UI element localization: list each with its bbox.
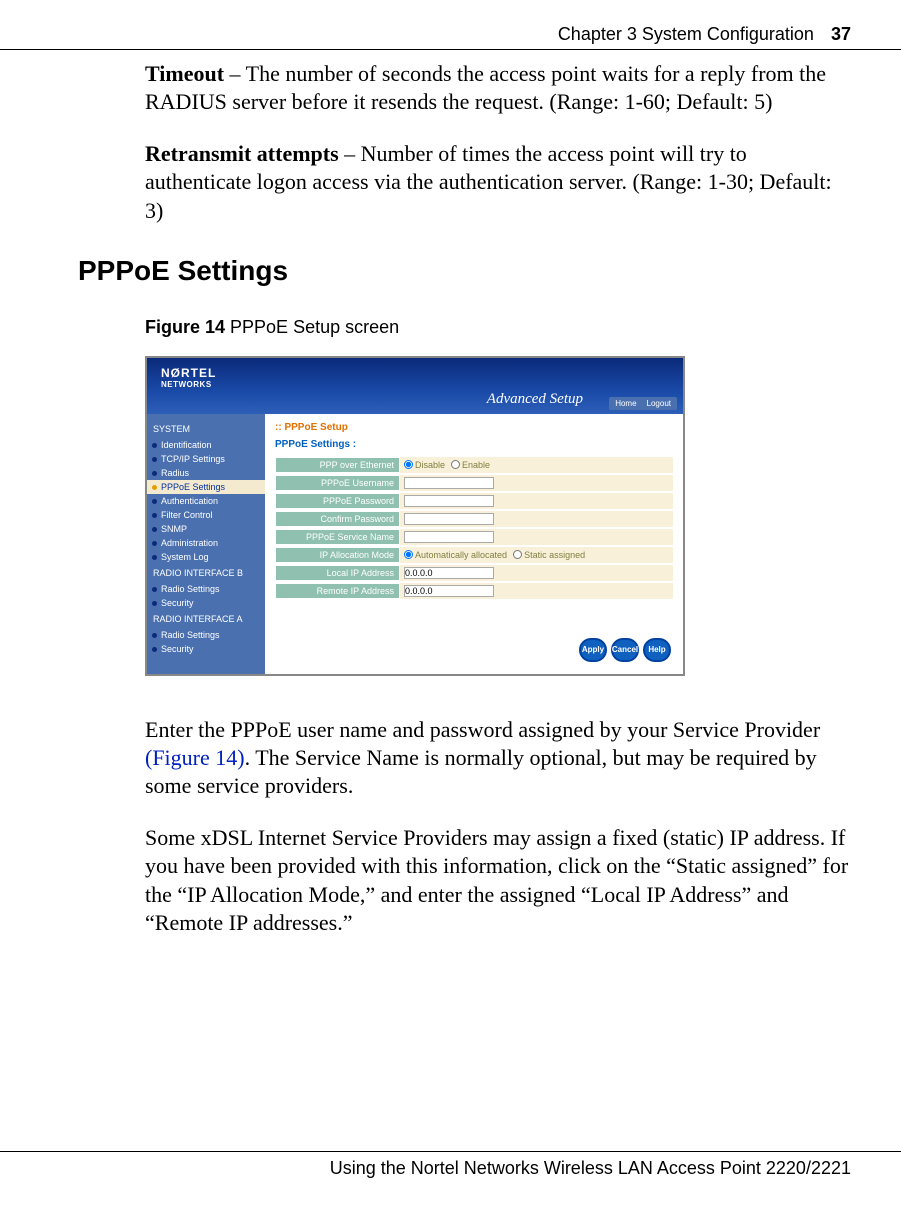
figure-number: Figure 14 xyxy=(145,317,225,337)
brand-logo: NØRTEL NETWORKS xyxy=(161,366,216,389)
figure-14-link[interactable]: (Figure 14) xyxy=(145,745,245,770)
sidebar-item-radio-a-security[interactable]: Security xyxy=(147,642,265,656)
label-ipmode: IP Allocation Mode xyxy=(275,547,400,563)
sidebar-item-identification[interactable]: Identification xyxy=(147,438,265,452)
pppoe-password-input[interactable] xyxy=(404,495,494,507)
nav-group-radio-a: RADIO INTERFACE A xyxy=(147,610,265,628)
section-heading: PPPoE Settings xyxy=(78,255,851,287)
timeout-term: Timeout xyxy=(145,61,224,86)
retransmit-term: Retransmit attempts xyxy=(145,141,339,166)
sidebar-item-syslog[interactable]: System Log xyxy=(147,550,265,564)
sidebar-item-filter[interactable]: Filter Control xyxy=(147,508,265,522)
banner: NØRTEL NETWORKS Advanced Setup Home Logo… xyxy=(147,358,683,414)
sidebar-item-auth[interactable]: Authentication xyxy=(147,494,265,508)
logout-link[interactable]: Logout xyxy=(647,399,671,408)
confirm-password-input[interactable] xyxy=(404,513,494,525)
local-ip-input[interactable] xyxy=(404,567,494,579)
page-footer: Using the Nortel Networks Wireless LAN A… xyxy=(0,1151,901,1179)
page-number: 37 xyxy=(831,24,851,44)
label-username: PPPoE Username xyxy=(275,475,400,491)
sidebar-item-pppoe[interactable]: PPPoE Settings xyxy=(147,480,265,494)
label-service: PPPoE Service Name xyxy=(275,529,400,545)
side-nav: SYSTEM Identification TCP/IP Settings Ra… xyxy=(147,414,265,674)
sidebar-item-radio-a-settings[interactable]: Radio Settings xyxy=(147,628,265,642)
sidebar-item-admin[interactable]: Administration xyxy=(147,536,265,550)
after-figure-para-1: Enter the PPPoE user name and password a… xyxy=(145,716,851,800)
sidebar-item-tcpip[interactable]: TCP/IP Settings xyxy=(147,452,265,466)
form-subtitle: PPPoE Settings : xyxy=(275,439,673,450)
label-password: PPPoE Password xyxy=(275,493,400,509)
after-figure-para-2: Some xDSL Internet Service Providers may… xyxy=(145,824,851,937)
remote-ip-input[interactable] xyxy=(404,585,494,597)
radio-auto[interactable]: Automatically allocated xyxy=(404,550,507,560)
pppoe-setup-screenshot: NØRTEL NETWORKS Advanced Setup Home Logo… xyxy=(145,356,685,676)
form-pane: :: PPPoE Setup PPPoE Settings : PPP over… xyxy=(265,414,683,674)
label-ppp-over-ethernet: PPP over Ethernet xyxy=(275,457,400,473)
sidebar-item-radio-b-settings[interactable]: Radio Settings xyxy=(147,582,265,596)
top-links: Home Logout xyxy=(609,397,677,410)
label-confirm: Confirm Password xyxy=(275,511,400,527)
cancel-button[interactable]: Cancel xyxy=(611,638,639,662)
form-title: :: PPPoE Setup xyxy=(275,422,673,433)
radio-disable[interactable]: Disable xyxy=(404,460,445,470)
retransmit-paragraph: Retransmit attempts – Number of times th… xyxy=(145,140,851,224)
timeout-text: – The number of seconds the access point… xyxy=(145,61,826,114)
radio-static[interactable]: Static assigned xyxy=(513,550,585,560)
help-button[interactable]: Help xyxy=(643,638,671,662)
label-remote-ip: Remote IP Address xyxy=(275,583,400,599)
timeout-paragraph: Timeout – The number of seconds the acce… xyxy=(145,60,851,116)
nav-group-radio-b: RADIO INTERFACE B xyxy=(147,564,265,582)
apply-button[interactable]: Apply xyxy=(579,638,607,662)
service-name-input[interactable] xyxy=(404,531,494,543)
home-link[interactable]: Home xyxy=(615,399,636,408)
figure-title: PPPoE Setup screen xyxy=(225,317,399,337)
banner-title: Advanced Setup xyxy=(487,391,583,408)
radio-enable[interactable]: Enable xyxy=(451,460,490,470)
pppoe-username-input[interactable] xyxy=(404,477,494,489)
label-local-ip: Local IP Address xyxy=(275,565,400,581)
page-header: Chapter 3 System Configuration 37 xyxy=(0,24,901,50)
sidebar-item-radio-b-security[interactable]: Security xyxy=(147,596,265,610)
sidebar-item-radius[interactable]: Radius xyxy=(147,466,265,480)
sidebar-item-snmp[interactable]: SNMP xyxy=(147,522,265,536)
chapter-label: Chapter 3 System Configuration xyxy=(558,24,814,44)
nav-group-system: SYSTEM xyxy=(147,420,265,438)
figure-caption: Figure 14 PPPoE Setup screen xyxy=(145,317,851,338)
